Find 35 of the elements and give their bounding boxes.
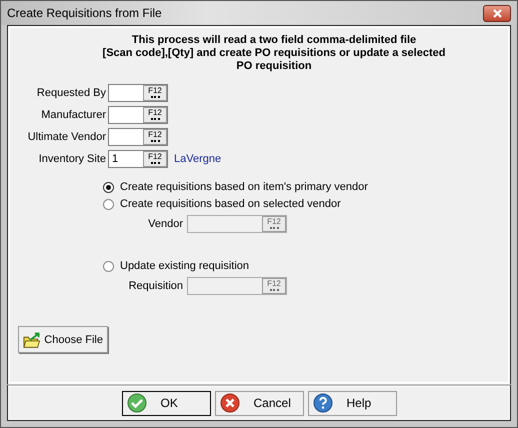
cancel-icon <box>220 393 240 413</box>
radio-button[interactable] <box>103 260 114 272</box>
site-name: LaVergne <box>174 153 222 165</box>
intro-text: This process will read a two field comma-delimited file <box>132 34 416 47</box>
field-label: Vendor <box>147 218 183 230</box>
close-icon <box>492 8 502 18</box>
dialog-button[interactable]: Help <box>308 390 396 416</box>
lookup-button[interactable]: F12 <box>143 85 167 101</box>
intro-text: PO requisition <box>236 60 312 73</box>
field-label: Requisition <box>128 280 183 292</box>
field-label: Requested By <box>36 87 107 99</box>
intro-text: [Scan code],[Qty] and create PO requisitions or update a selected <box>102 47 446 60</box>
radio-label[interactable]: Update existing requisition <box>120 260 250 272</box>
field-label: Manufacturer <box>40 109 107 121</box>
checkmark-icon <box>126 393 146 413</box>
radio-label[interactable]: Create requisitions based on selected vendor <box>120 198 341 210</box>
field-label: Inventory Site <box>38 153 107 165</box>
input-field[interactable]: F12 <box>108 128 168 146</box>
input-field[interactable]: 1 F12 <box>108 150 168 168</box>
close-button[interactable] <box>483 4 511 22</box>
dialog-button[interactable]: Cancel <box>214 390 304 416</box>
lookup-button[interactable]: F12 <box>143 129 167 145</box>
input-field[interactable]: F12 <box>108 106 168 124</box>
input-field[interactable]: F12 <box>108 84 168 102</box>
lookup-button[interactable]: F12 <box>143 107 167 123</box>
choose-file-button[interactable]: Choose File <box>18 326 108 353</box>
radio-button[interactable] <box>103 182 114 192</box>
dialog-button[interactable]: OK <box>122 390 210 416</box>
window-title: Create Requisitions from File <box>7 6 162 20</box>
lookup-button[interactable]: F12 <box>143 151 167 167</box>
field-label: Ultimate Vendor <box>26 131 107 143</box>
radio-button[interactable] <box>103 198 114 210</box>
help-icon <box>312 393 332 413</box>
radio-label[interactable]: Create requisitions based on item's primary vendor <box>120 181 368 193</box>
folder-icon <box>23 330 42 348</box>
